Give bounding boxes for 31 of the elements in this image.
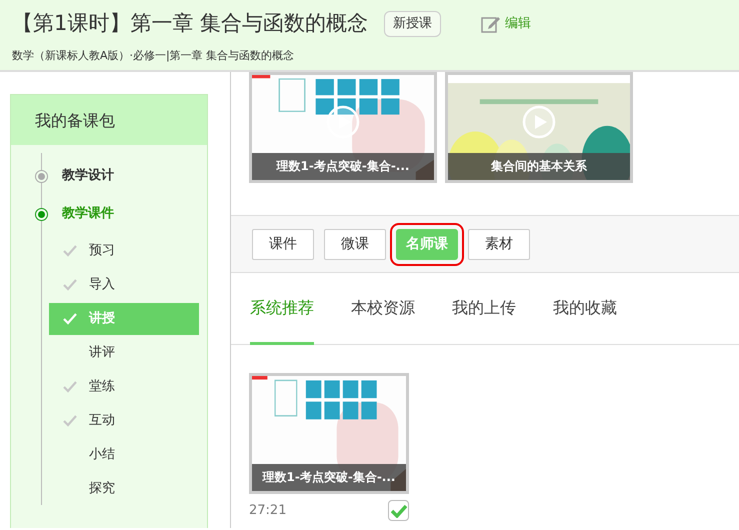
sidebar-title: 我的备课包 <box>11 95 207 145</box>
sidebar-item[interactable]: 互动 <box>49 405 199 437</box>
source-tab[interactable]: 系统推荐 <box>250 273 314 345</box>
category-button[interactable]: 素材 <box>468 228 530 260</box>
sidebar-item[interactable]: 小结 <box>49 439 199 471</box>
source-tab[interactable]: 我的收藏 <box>553 273 617 345</box>
sidebar-item[interactable]: 探究 <box>49 473 199 505</box>
video-title: 理数1-考点突破-集合-... <box>252 153 434 180</box>
lesson-title: 【第1课时】第一章 集合与函数的概念 <box>12 10 368 37</box>
radio-button[interactable] <box>35 170 48 182</box>
source-tab[interactable]: 本校资源 <box>351 273 415 345</box>
sidebar-section[interactable]: 教学设计 <box>62 166 114 186</box>
video-title: 理数1-考点突破-集合-... <box>252 464 406 491</box>
checkbox[interactable] <box>388 500 409 521</box>
play-icon[interactable] <box>522 105 556 139</box>
video-duration: 27:21 <box>249 502 286 520</box>
video-card[interactable]: 集合间的基本关系 <box>445 72 633 183</box>
category-button[interactable]: 微课 <box>324 228 386 260</box>
category-button[interactable]: 课件 <box>252 228 314 260</box>
sidebar-item[interactable]: 讲评 <box>49 337 199 369</box>
edit-icon <box>481 14 502 33</box>
sidebar-item[interactable]: 预习 <box>49 235 199 267</box>
video-card[interactable]: 理数1-考点突破-集合-... <box>249 373 409 494</box>
radio-button[interactable] <box>35 208 48 220</box>
sidebar-item[interactable]: 导入 <box>49 269 199 301</box>
breadcrumb: 数学（新课标人教A版）·必修一|第一章 集合与函数的概念 <box>12 48 296 64</box>
lesson-type-tag: 新授课 <box>384 11 442 36</box>
video-title: 集合间的基本关系 <box>448 153 630 180</box>
sidebar-item[interactable]: 堂练 <box>49 371 199 403</box>
source-tab[interactable]: 我的上传 <box>452 273 516 345</box>
video-card[interactable]: 理数1-考点突破-集合-... <box>249 72 437 183</box>
